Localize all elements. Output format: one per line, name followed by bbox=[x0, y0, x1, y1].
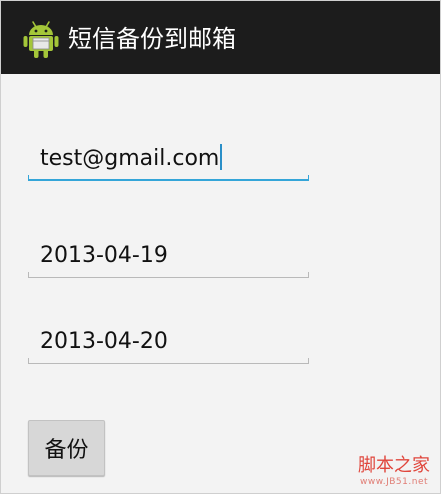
watermark-main-text: 脚本之家 bbox=[358, 455, 430, 476]
action-bar: 短信备份到邮箱 bbox=[1, 1, 440, 74]
start-date-value[interactable]: 2013-04-19 bbox=[40, 242, 168, 270]
watermark-sub-text: www.JB51.net bbox=[359, 477, 429, 487]
email-field[interactable]: test@gmail.com bbox=[28, 139, 309, 181]
email-text: test@gmail.com bbox=[40, 146, 220, 171]
app-screen: 短信备份到邮箱 test@gmail.com 2013-04-19 2013-0… bbox=[0, 0, 441, 494]
start-date-field[interactable]: 2013-04-19 bbox=[28, 236, 309, 278]
text-cursor bbox=[220, 144, 223, 170]
backup-button[interactable]: 备份 bbox=[28, 420, 105, 476]
end-date-field[interactable]: 2013-04-20 bbox=[28, 322, 309, 364]
email-field-underline bbox=[28, 175, 309, 181]
watermark: 脚本之家 www.JB51.net bbox=[358, 455, 430, 487]
app-title: 短信备份到邮箱 bbox=[68, 25, 236, 53]
android-robot-icon bbox=[23, 21, 59, 58]
email-field-value[interactable]: test@gmail.com bbox=[40, 144, 223, 173]
start-date-underline bbox=[28, 272, 309, 278]
end-date-underline bbox=[28, 358, 309, 364]
end-date-value[interactable]: 2013-04-20 bbox=[40, 328, 168, 356]
backup-button-label: 备份 bbox=[44, 438, 89, 463]
